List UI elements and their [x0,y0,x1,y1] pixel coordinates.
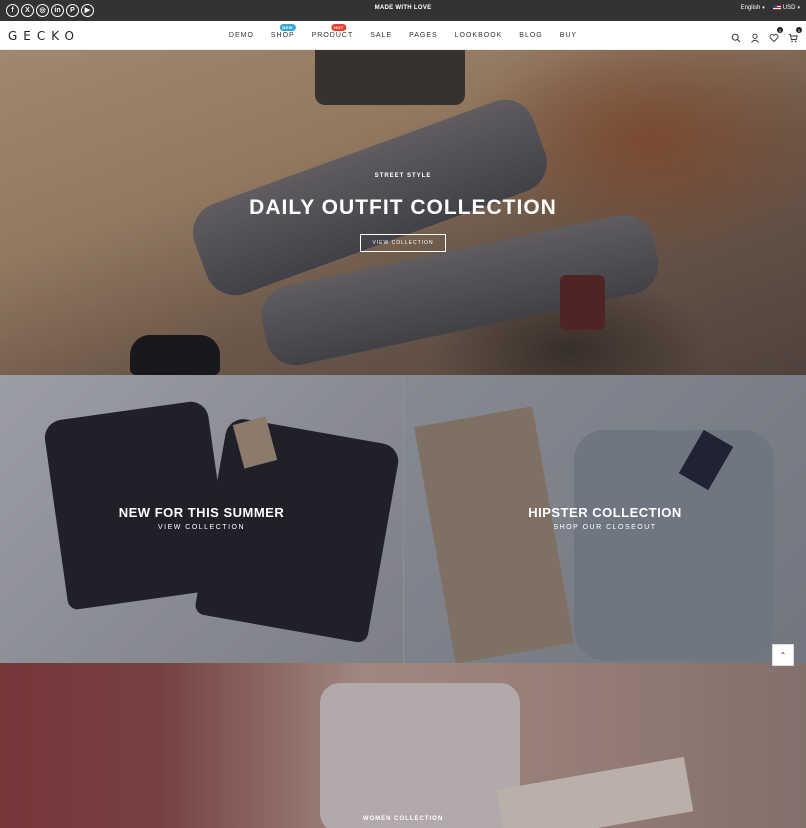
summer-banner[interactable]: NEW FOR THIS SUMMER VIEW COLLECTION [0,375,403,663]
cart-icon[interactable]: 0 [788,27,802,43]
cart-count: 0 [796,27,802,33]
hero-eyebrow: STREET STYLE [374,173,432,179]
nav-label: PAGES [409,32,438,39]
chevron-up-icon: ⌃ [779,650,787,660]
chevron-down-icon: ▾ [797,5,800,12]
banner-title: HIPSTER COLLECTION [528,505,682,520]
main-nav: DEMO SHOP NEW PRODUCT HOT SALE PAGES LOOKB… [0,24,806,39]
nav-label: PRODUCT [311,32,354,39]
banner-content: NEW FOR THIS SUMMER VIEW COLLECTION [0,505,403,531]
language-select[interactable]: English ▾ [741,5,765,11]
banner-link[interactable]: VIEW COLLECTION [0,524,403,531]
topbar-settings: English ▾ USD ▾ [741,5,800,11]
banner-content: HIPSTER COLLECTION SHOP OUR CLOSEOUT [404,505,806,531]
language-label: English [740,5,761,12]
search-icon[interactable] [731,30,741,43]
nav-item-demo[interactable]: DEMO [229,32,254,39]
chevron-down-icon: ▾ [762,5,765,12]
us-flag-icon [772,5,781,10]
nav-item-sale[interactable]: SALE [370,32,392,39]
nav-label: SHOP [270,32,295,39]
promo-message: MADE WITH LOVE [374,5,432,11]
banner-title: NEW FOR THIS SUMMER [118,505,285,520]
new-badge: NEW [279,24,296,31]
banner-title: WOMEN COLLECTION [362,816,444,822]
banner-link[interactable]: SHOP OUR CLOSEOUT [404,524,806,531]
site-header: GECKO DEMO SHOP NEW PRODUCT HOT SALE PAGES… [0,21,806,50]
currency-label: USD [782,5,796,12]
hot-badge: HOT [331,24,347,31]
nav-label: BUY [559,32,578,39]
wishlist-icon[interactable]: 0 [769,27,783,43]
user-icon[interactable] [750,30,760,43]
nav-item-blog[interactable]: BLOG [519,32,542,39]
nav-item-pages[interactable]: PAGES [409,32,438,39]
nav-label: BLOG [519,32,543,39]
banner-overlay [0,663,806,828]
top-bar: f X ◎ in P ▶ MADE WITH LOVE English ▾ USD… [0,0,806,21]
hipster-banner[interactable]: HIPSTER COLLECTION SHOP OUR CLOSEOUT [404,375,806,663]
nav-label: LOOKBOOK [454,32,503,39]
nav-label: DEMO [228,32,254,39]
wishlist-count: 0 [777,27,783,33]
hero-content: STREET STYLE DAILY OUTFIT COLLECTION VIE… [0,173,806,252]
nav-item-lookbook[interactable]: LOOKBOOK [455,32,503,39]
nav-label: SALE [370,32,393,39]
hero-title: DAILY OUTFIT COLLECTION [249,196,557,219]
scroll-to-top-button[interactable]: ⌃ [772,644,794,666]
nav-item-shop[interactable]: SHOP NEW [270,24,296,39]
view-collection-button[interactable]: VIEW COLLECTION [360,234,446,252]
header-actions: 0 0 [731,27,802,43]
currency-select[interactable]: USD ▾ [772,5,800,12]
nav-item-buy[interactable]: BUY [560,32,577,39]
hero-banner[interactable]: STREET STYLE DAILY OUTFIT COLLECTION VIE… [0,50,806,375]
nav-item-product[interactable]: PRODUCT HOT [311,24,354,39]
women-collection-banner[interactable]: WOMEN COLLECTION [0,663,806,828]
